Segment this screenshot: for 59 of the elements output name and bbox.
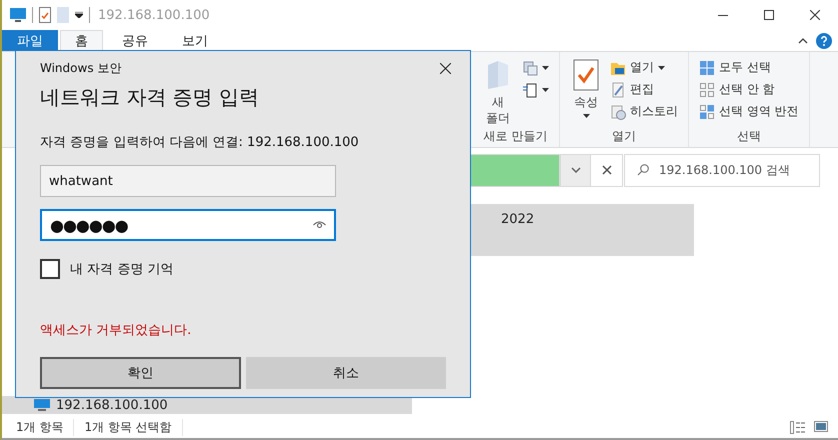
details-view-icon[interactable]: [790, 420, 806, 434]
search-field[interactable]: 192.168.100.100 검색: [624, 154, 820, 186]
ribbon-button[interactable]: 선택 영역 반전: [699, 102, 799, 121]
ribbon-button[interactable]: 새 폴더: [482, 58, 514, 128]
copy-icon: [522, 60, 538, 76]
file-tab[interactable]: 파일: [2, 30, 58, 51]
ribbon-button[interactable]: 열기: [610, 58, 678, 77]
group-label: 새로 만들기: [482, 128, 548, 145]
caret-icon: [542, 66, 549, 70]
caret-icon: [542, 88, 549, 92]
status-text: 1개 항목 선택함: [84, 418, 183, 436]
ribbon-button[interactable]: 속성: [570, 58, 602, 128]
ribbon-button[interactable]: 히스토리: [610, 102, 678, 121]
maximize-icon: [764, 10, 774, 20]
ribbon-tab[interactable]: 보기: [167, 30, 223, 51]
checkbox[interactable]: [40, 259, 60, 279]
caret-icon: [658, 66, 665, 70]
checkbox-label: 내 자격 증명 기억: [70, 261, 174, 278]
status-text: 1개 항목: [16, 418, 74, 436]
grid-icon: [699, 82, 715, 98]
grid-icon: [699, 60, 715, 76]
caret-icon[interactable]: [75, 12, 83, 18]
grid-icon: [699, 104, 715, 120]
help-icon[interactable]: [816, 32, 832, 48]
username-field[interactable]: whatwant: [40, 165, 336, 197]
ribbon-button[interactable]: 편집: [610, 80, 678, 99]
chevron-up-icon[interactable]: [798, 38, 808, 44]
error-message: 액세스가 거부되었습니다.: [40, 322, 192, 339]
group-label: 선택: [736, 128, 762, 145]
close-icon: [810, 10, 820, 20]
eye-icon[interactable]: [313, 221, 326, 229]
search-icon: [637, 164, 649, 176]
ribbon-button[interactable]: 선택 안 함: [699, 80, 799, 99]
close-icon: [602, 165, 612, 175]
history-icon: [610, 104, 626, 120]
ribbon-tab[interactable]: 공유: [107, 30, 163, 51]
close-icon: [440, 62, 450, 74]
thumbnail-view-icon[interactable]: [814, 420, 828, 432]
folder-item[interactable]: 2022: [471, 204, 694, 256]
computer-icon: [34, 399, 50, 411]
dialog-button[interactable]: 확인: [40, 357, 240, 389]
dialog-title: Windows 보안: [40, 60, 122, 76]
document-icon: [522, 82, 538, 98]
prompt-text: 자격 증명을 입력하여 다음에 연결: 192.168.100.100: [40, 134, 360, 151]
caret-icon: [582, 114, 590, 118]
group-label: 열기: [611, 128, 637, 145]
ribbon-button[interactable]: 모두 선택: [699, 58, 799, 77]
password-field[interactable]: ●●●●●●: [40, 209, 336, 241]
computer-icon[interactable]: [10, 8, 26, 22]
chevron-down-icon: [570, 167, 580, 173]
edit-icon: [610, 82, 626, 98]
window-title: 192.168.100.100: [98, 8, 210, 22]
stop-button[interactable]: [590, 154, 623, 186]
dialog-button[interactable]: 취소: [246, 357, 446, 389]
dialog-heading: 네트워크 자격 증명 입력: [40, 84, 260, 111]
ribbon-tab[interactable]: 홈: [60, 30, 103, 51]
minimize-icon: [718, 14, 728, 16]
properties-icon: [572, 58, 600, 92]
properties-icon[interactable]: [39, 7, 51, 23]
